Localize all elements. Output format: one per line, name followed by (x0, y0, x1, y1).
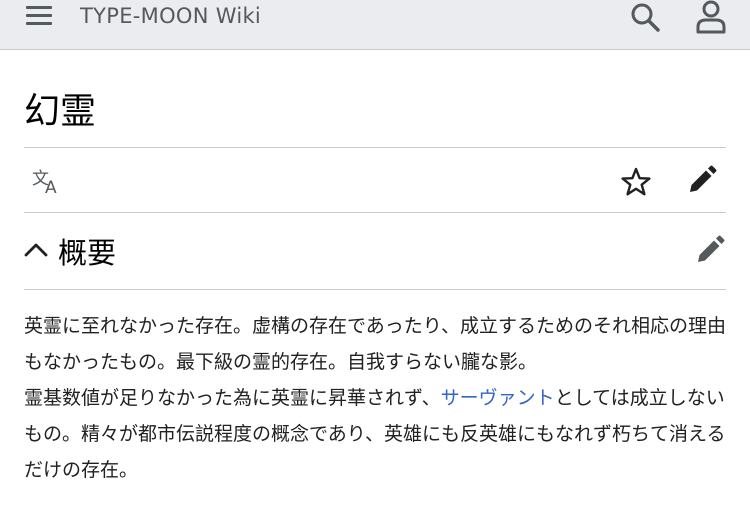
page-title: 幻霊 (24, 91, 97, 132)
section-title: 概要 (58, 236, 117, 270)
paragraph-text: 霊基数値が足りなかった為に英霊に昇華されず、 (24, 387, 441, 409)
link-servant[interactable]: サーヴァント (441, 387, 555, 409)
paragraph-text: 英霊に至れなかった存在。虚構の存在であったり、成立するためのそれ相応の理由もなか… (24, 315, 727, 373)
paragraph: 霊基数値が足りなかった為に英霊に昇華されず、サーヴァントとしては成立しないもの。… (24, 380, 728, 488)
search-icon[interactable] (628, 0, 662, 34)
svg-text:A: A (45, 178, 57, 196)
hamburger-menu-icon[interactable] (24, 2, 54, 28)
section-heading-overview[interactable]: 概要 (24, 228, 726, 272)
chevron-up-icon[interactable] (24, 238, 48, 262)
divider (24, 289, 726, 290)
pencil-icon[interactable] (694, 234, 726, 266)
paragraph: 英霊に至れなかった存在。虚構の存在であったり、成立するためのそれ相応の理由もなか… (24, 308, 728, 380)
star-icon[interactable] (620, 166, 652, 198)
article-content: 英霊に至れなかった存在。虚構の存在であったり、成立するためのそれ相応の理由もなか… (24, 308, 728, 488)
site-title[interactable]: TYPE-MOON Wiki (80, 4, 261, 28)
pencil-icon[interactable] (686, 164, 718, 196)
divider (24, 147, 726, 148)
language-icon[interactable]: 文 A (32, 166, 64, 198)
divider (24, 212, 726, 213)
user-icon[interactable] (694, 0, 728, 34)
header-bar: TYPE-MOON Wiki (0, 0, 750, 50)
